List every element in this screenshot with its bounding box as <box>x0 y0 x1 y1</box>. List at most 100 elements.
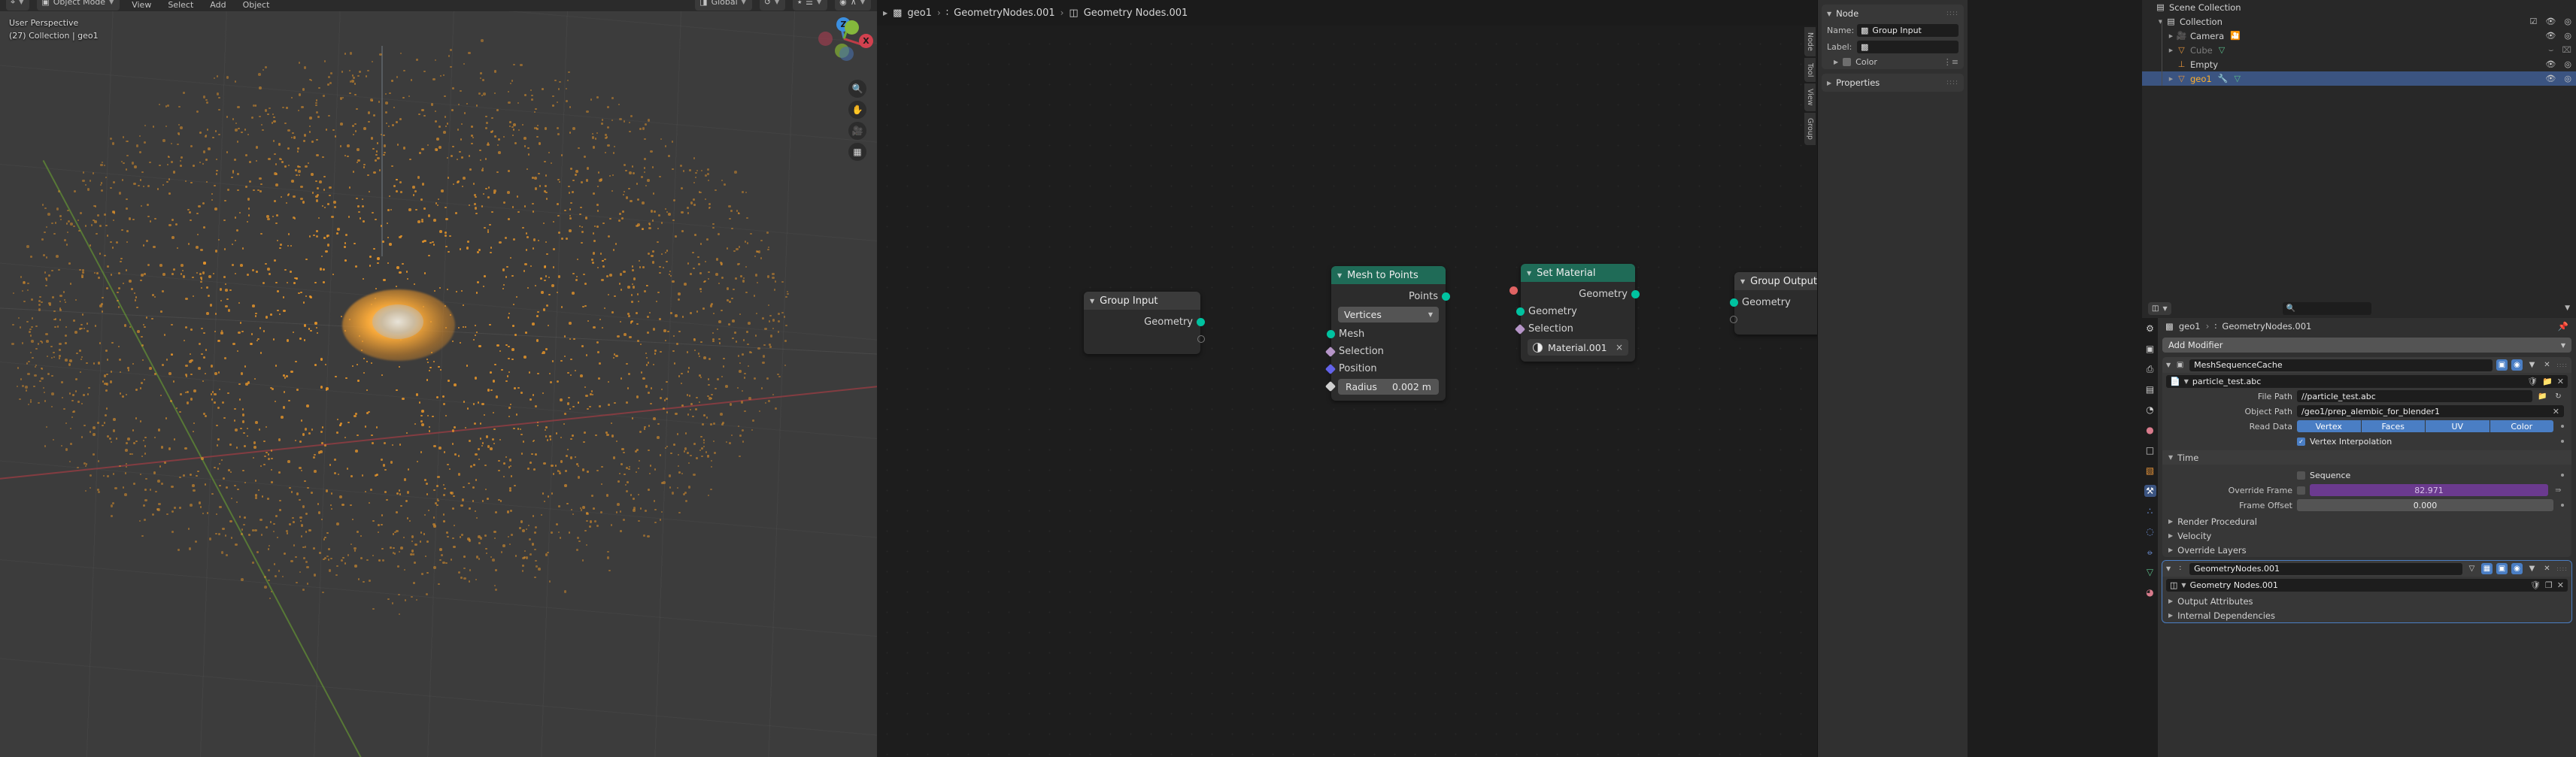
camera-icon[interactable]: ◎ <box>2564 17 2571 26</box>
chevron-down-icon[interactable]: ▼ <box>1527 270 1531 277</box>
section-header-override-layers[interactable]: ▶ Override Layers <box>2162 543 2571 557</box>
sidebar-tab-node[interactable]: Node <box>1804 27 1816 56</box>
breadcrumb-object-label[interactable]: geo1 <box>2179 321 2201 332</box>
shield-icon[interactable]: 🛡 <box>2527 377 2538 386</box>
output-socket-virtual[interactable] <box>1197 335 1205 343</box>
chevron-down-icon[interactable]: ▼ <box>2156 19 2165 25</box>
chevron-right-icon[interactable]: ▶ <box>1827 80 1831 86</box>
navigation-gizmo[interactable]: Z X <box>826 17 872 63</box>
modifier-panel-meshsequencecache[interactable]: ▼ ▣ MeshSequenceCache ▣ ◉ ▼ ✕ :::: 📄 ▼ p <box>2162 357 2571 557</box>
gizmo-axis-x-neg[interactable] <box>818 32 833 46</box>
edit-mode-display-toggle[interactable]: ▽ <box>2466 563 2477 574</box>
mode-selector[interactable]: ▣ Object Mode ▼ <box>37 0 120 11</box>
chevron-down-icon[interactable]: ▼ <box>2166 565 2171 572</box>
outliner-row-geo1[interactable]: ▶▽geo1🔧▽👁◎ <box>2142 71 2576 86</box>
eye-icon[interactable]: 👁 <box>2545 59 2556 69</box>
breadcrumb-item-object[interactable]: ▩ geo1 <box>893 8 932 19</box>
output-socket-points[interactable] <box>1442 292 1450 301</box>
properties-panel-header[interactable]: ▶ Properties :::: <box>1822 74 1964 92</box>
override-frame-value-slider[interactable]: 82.971 <box>2310 484 2548 496</box>
chevron-down-icon[interactable]: ▼ <box>1337 272 1342 279</box>
hand-icon[interactable]: ✋ <box>848 101 866 119</box>
checkbox-checked-icon[interactable]: ☑ <box>2530 17 2538 26</box>
pivot-point-button[interactable]: ↺ ▼ <box>760 0 785 11</box>
node-header[interactable]: ▼ Set Material <box>1521 264 1635 282</box>
data-tab[interactable]: ▽ <box>2144 566 2156 578</box>
render-visibility-toggle[interactable]: ◉ <box>2511 359 2523 371</box>
camera-icon[interactable]: ◎ <box>2564 74 2571 83</box>
chevron-right-icon[interactable]: ▶ <box>2168 598 2173 604</box>
node-color-row[interactable]: ▶ Color ⋮≡ <box>1822 56 1964 69</box>
section-header-internal-dependencies[interactable]: ▶ Internal Dependencies <box>2162 608 2571 622</box>
sidebar-tab-view[interactable]: View <box>1804 83 1816 111</box>
read-data-color-toggle[interactable]: Color <box>2490 420 2554 432</box>
geometry-node-editor[interactable]: ▶ ▩ geo1 › ∶ GeometryNodes.001 › ◫ Geome… <box>877 0 1968 757</box>
tool-tab[interactable]: ⚙ <box>2144 322 2156 335</box>
refresh-icon[interactable]: ↻ <box>2553 391 2564 402</box>
animate-property-dot[interactable] <box>2561 440 2564 443</box>
socket-row-geometry-out[interactable]: Geometry <box>1084 313 1200 331</box>
outliner-row-collection[interactable]: ▼▤Collection☑👁◎ <box>2142 14 2576 29</box>
output-socket-geometry[interactable] <box>1197 318 1205 326</box>
scene-tab[interactable]: ◔ <box>2144 404 2156 416</box>
camera-icon[interactable]: 🎥 <box>848 122 866 140</box>
color-swatch[interactable] <box>1843 58 1851 66</box>
outliner-row-scene-collection[interactable]: ▤Scene Collection <box>2142 0 2576 14</box>
material-field[interactable]: Material.001 × <box>1528 339 1628 356</box>
chevron-right-icon[interactable]: ▶ <box>2166 76 2176 82</box>
add-modifier-button[interactable]: Add Modifier ▼ <box>2162 338 2571 353</box>
pin-icon[interactable]: 📌 <box>2558 321 2568 332</box>
gizmo-axis-z-neg[interactable] <box>839 47 854 61</box>
filter-dropdown-icon[interactable]: ▼ <box>2565 304 2570 312</box>
socket-row-virtual-out[interactable] <box>1084 331 1200 348</box>
render-visibility-toggle[interactable]: ◉ <box>2511 563 2523 574</box>
modifier-name-input[interactable]: GeometryNodes.001 <box>2189 563 2462 575</box>
section-header-time[interactable]: ▼ Time <box>2162 450 2571 465</box>
shield-icon[interactable]: 🛡 <box>2530 580 2541 590</box>
node-panel-header[interactable]: ▼ Node :::: <box>1822 5 1964 23</box>
list-options-icon[interactable]: ⋮≡ <box>1943 57 1959 67</box>
read-data-uv-toggle[interactable]: UV <box>2426 420 2490 432</box>
chevron-right-icon[interactable]: ▶ <box>2168 612 2173 619</box>
grid-icon[interactable]: ▦ <box>848 143 866 161</box>
camera-off-icon[interactable]: ⌧ <box>2562 45 2571 55</box>
close-icon[interactable]: ✕ <box>2553 407 2559 416</box>
camera-green-icon[interactable]: 🎦 <box>2230 31 2241 41</box>
menu-select[interactable]: Select <box>163 0 198 11</box>
modifier-name-input[interactable]: MeshSequenceCache <box>2189 359 2493 371</box>
breadcrumb-item-modifier[interactable]: ∶ GeometryNodes.001 <box>946 8 1055 19</box>
duplicate-icon[interactable]: ❐ <box>2545 580 2553 590</box>
collection-tab[interactable]: □ <box>2144 444 2156 456</box>
zoom-icon[interactable]: 🔍 <box>848 80 866 98</box>
menu-view[interactable]: View <box>127 0 156 11</box>
eye-closed-icon[interactable]: ⌣ <box>2548 45 2553 56</box>
editor-type-button[interactable]: ⌖ ▼ <box>6 0 29 11</box>
modifier-close-icon[interactable]: ✕ <box>2541 359 2553 371</box>
chevron-right-icon[interactable]: ▶ <box>2168 518 2173 525</box>
node-header[interactable]: ▼ Mesh to Points <box>1331 266 1446 284</box>
viewport-3d[interactable]: ⌖ ▼ ▣ Object Mode ▼ View Select Add Obje… <box>0 0 877 757</box>
sidebar-toggle-icon[interactable]: ▶ <box>883 10 887 17</box>
close-icon[interactable]: ✕ <box>2557 580 2564 590</box>
close-icon[interactable]: ✕ <box>2557 377 2564 386</box>
node-label-input[interactable]: ▩ <box>1857 41 1959 53</box>
menu-object[interactable]: Object <box>238 0 275 11</box>
camera-icon[interactable]: ◎ <box>2564 59 2571 69</box>
gizmo-axis-y[interactable] <box>845 20 859 35</box>
animate-property-dot[interactable] <box>2561 474 2564 477</box>
constraints-tab[interactable]: ⦵ <box>2144 546 2156 558</box>
snap-button[interactable]: ⭑ ☰ ▼ <box>793 0 827 11</box>
mode-dropdown[interactable]: Vertices ▼ <box>1338 307 1439 322</box>
eye-icon[interactable]: 👁 <box>2545 74 2556 83</box>
breadcrumb-item-nodetree[interactable]: ◫ Geometry Nodes.001 <box>1069 8 1188 19</box>
properties-body[interactable]: ▩ geo1 › ∶ GeometryNodes.001 📌 Add Modif… <box>2158 318 2576 757</box>
file-path-input[interactable]: //particle_test.abc <box>2297 390 2532 402</box>
socket-row-selection-in[interactable]: Selection <box>1331 343 1446 360</box>
node-name-input[interactable]: ▩ Group Input <box>1857 24 1959 37</box>
properties-header[interactable]: ◫ ▼ 🔍 ▼ <box>2142 298 2576 318</box>
drag-grip-icon[interactable]: :::: <box>1946 10 1959 17</box>
eye-icon[interactable]: 👁 <box>2545 17 2556 26</box>
read-data-faces-toggle[interactable]: Faces <box>2362 420 2426 432</box>
node-sidebar-panel[interactable]: ▼ Node :::: Name: ▩ Group Input Label: ▩ <box>1817 0 1968 757</box>
override-frame-checkbox[interactable] <box>2297 486 2305 495</box>
